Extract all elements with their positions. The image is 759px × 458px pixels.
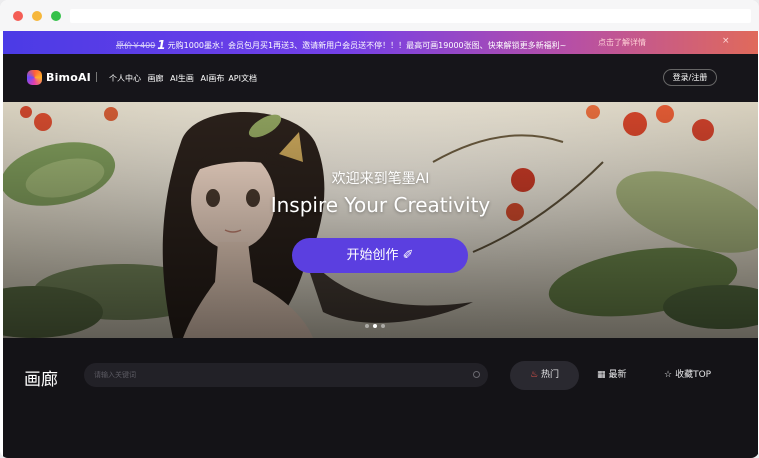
nav-item-ai-paint[interactable]: AI生画 [170,74,194,83]
promo-old-price: 原价￥400 [116,41,156,50]
tab-hot[interactable]: ♨ 热门 [510,361,579,390]
nav-divider [96,72,97,82]
promo-banner: 原价￥400 1 元购1000墨水！会员包月买1再送3、邀请新用户会员送不停！！！最… [3,31,758,54]
hero-title: 欢迎来到笔墨AI [331,171,430,187]
gallery-section: 画廊 ♨热门 ▦最新 ☆收藏TOP [3,338,758,458]
nav-item-gallery[interactable]: 画廊 [148,74,164,83]
browser-chrome [0,0,759,31]
tab-latest[interactable]: ▦ 最新 [597,361,627,390]
maximize-window-button[interactable] [51,11,61,21]
address-bar[interactable] [70,9,751,23]
tab-latest-label: 最新 [608,370,627,380]
carousel-dot[interactable] [381,324,385,328]
tab-favorites-top[interactable]: ☆ 收藏TOP [664,361,711,390]
carousel-indicator [365,313,389,332]
promo-price: 1 [157,38,166,52]
nav-item-api-docs[interactable]: API文档 [228,74,257,83]
nav-links: 个人中心 画廊 AI生画 AI画布 API文档 [109,73,261,84]
logo-text[interactable]: BimoAI [46,71,91,84]
hero-banner: 欢迎来到笔墨AI Inspire Your Creativity 开始创作 ✐ [3,102,758,338]
search-box[interactable] [84,363,488,387]
carousel-dot-active[interactable] [373,324,377,328]
fire-icon: ♨ [529,370,539,380]
hero-illustration [3,102,758,338]
close-window-button[interactable] [13,11,23,21]
nav-item-profile[interactable]: 个人中心 [109,74,141,83]
search-input[interactable] [94,363,464,387]
tab-favorites-label: 收藏TOP [675,370,712,380]
promo-message: 原价￥400 1 元购1000墨水！会员包月买1再送3、邀请新用户会员送不停！！！最… [116,37,567,52]
star-icon: ☆ [664,370,673,380]
nav-item-ai-canvas[interactable]: AI画布 [200,74,224,83]
promo-details-link[interactable]: 点击了解详情 [598,37,646,48]
hero-subtitle: Inspire Your Creativity [270,193,491,217]
calendar-icon: ▦ [597,370,606,380]
login-button[interactable]: 登录/注册 [663,69,717,86]
search-icon[interactable] [473,371,480,378]
promo-text: 元购1000墨水！会员包月买1再送3、邀请新用户会员送不停！！！最高可画1900… [167,41,567,50]
logo-icon[interactable] [27,70,42,85]
carousel-dot[interactable] [365,324,369,328]
close-icon[interactable]: × [722,36,730,46]
browser-window: 原价￥400 1 元购1000墨水！会员包月买1再送3、邀请新用户会员送不停！！！最… [0,0,759,458]
start-creating-button[interactable]: 开始创作 ✐ [292,238,468,273]
gallery-title: 画廊 [24,370,58,390]
tab-hot-label: 热门 [541,370,560,380]
minimize-window-button[interactable] [32,11,42,21]
top-nav: BimoAI 个人中心 画廊 AI生画 AI画布 API文档 登录/注册 [3,54,758,102]
